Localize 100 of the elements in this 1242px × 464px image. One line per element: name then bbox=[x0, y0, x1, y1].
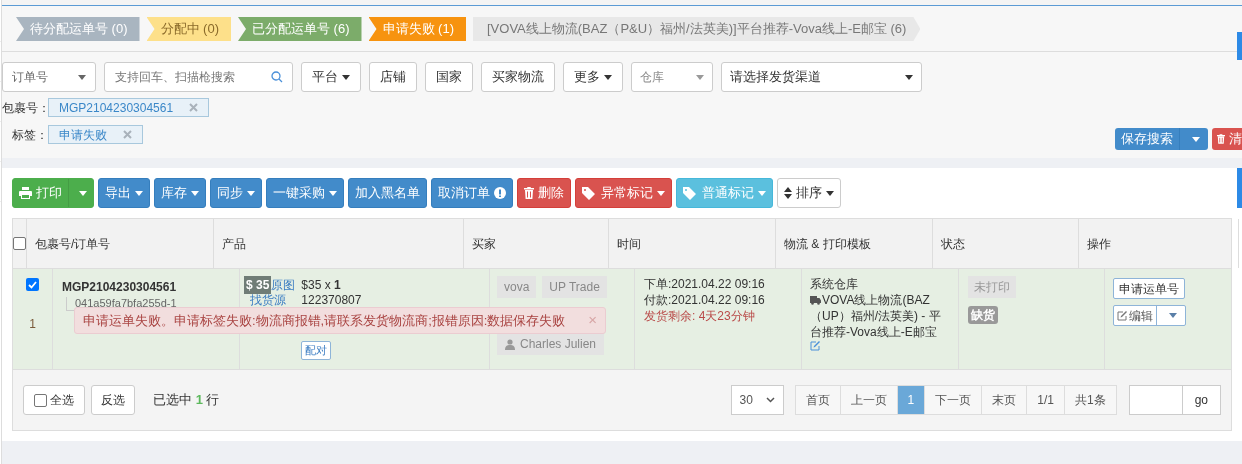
row-number: 1 bbox=[29, 316, 36, 333]
channel-select[interactable]: 请选择发货渠道 bbox=[721, 62, 922, 92]
toolbar-button[interactable]: 导出 bbox=[98, 178, 150, 208]
close-icon[interactable] bbox=[189, 103, 199, 112]
toolbar-button[interactable]: 加入黑名单 bbox=[348, 178, 427, 208]
filter-button[interactable]: 买家物流 bbox=[481, 62, 555, 92]
column-header: 产品 bbox=[222, 235, 246, 253]
status-tab[interactable]: 申请失败 (1) bbox=[368, 17, 466, 41]
tag-icon bbox=[582, 186, 595, 200]
search-field[interactable]: 支持回车、扫描枪搜索 bbox=[104, 62, 293, 92]
toolbar-button[interactable]: 删除 bbox=[517, 178, 571, 208]
trash-icon bbox=[524, 187, 534, 199]
caret-icon bbox=[191, 190, 199, 196]
side-tab[interactable] bbox=[1237, 32, 1242, 60]
toolbar-button[interactable]: 排序 bbox=[777, 178, 841, 208]
caret-icon bbox=[696, 75, 704, 81]
column-header: 包裹号/订单号 bbox=[35, 235, 111, 253]
source-link[interactable]: 找货源 bbox=[250, 294, 296, 307]
status-tab[interactable]: 分配中 (0) bbox=[146, 17, 231, 41]
pagination-item[interactable]: 下一页 bbox=[924, 385, 983, 415]
edit-button[interactable]: 编辑 bbox=[1113, 305, 1186, 326]
page-size-select[interactable]: 30 bbox=[730, 385, 784, 415]
person-icon bbox=[505, 338, 515, 350]
warehouse-name: 系统仓库 bbox=[810, 276, 859, 292]
pagination-item[interactable]: 上一页 bbox=[839, 385, 898, 415]
warehouse-select[interactable]: 仓库 bbox=[631, 62, 713, 92]
pair-button[interactable]: 配对 bbox=[301, 341, 332, 360]
side-tab[interactable] bbox=[1237, 168, 1242, 208]
column-header: 时间 bbox=[617, 235, 641, 253]
caret-icon bbox=[905, 74, 913, 80]
payment-time: 付款:2021.04.22 09:16 bbox=[644, 292, 766, 308]
caret-icon bbox=[758, 190, 766, 196]
image-link[interactable]: 原图 bbox=[271, 276, 296, 294]
checkbox[interactable] bbox=[26, 278, 39, 291]
info-icon bbox=[494, 187, 506, 199]
pagination-item[interactable]: 末页 bbox=[981, 385, 1028, 415]
invert-selection-button[interactable]: 反选 bbox=[91, 385, 135, 415]
filter-tag[interactable]: MGP2104230304561 bbox=[48, 98, 210, 117]
status-tab[interactable]: 已分配运单号 (6) bbox=[238, 17, 362, 41]
trash-icon bbox=[1217, 133, 1225, 145]
caret-icon bbox=[657, 190, 665, 196]
filter-button[interactable]: 更多 bbox=[563, 62, 623, 92]
truck-icon bbox=[810, 296, 821, 306]
go-button[interactable]: go bbox=[1181, 385, 1221, 415]
pagination-item[interactable]: 首页 bbox=[794, 385, 841, 415]
logistics-channel: VOVA线上物流(BAZ（UP）福州/法英美) - 平台推荐-Vova线上-E邮宝 bbox=[810, 292, 942, 340]
close-icon[interactable] bbox=[123, 130, 132, 139]
filter-label: 包裹号： bbox=[2, 99, 48, 117]
order-time: 下单:2021.04.22 09:16 bbox=[644, 276, 766, 292]
filter-label: 标签： bbox=[11, 126, 48, 144]
page-number-field[interactable] bbox=[1128, 385, 1183, 415]
sort-icon bbox=[784, 187, 792, 199]
toolbar-button[interactable]: 打印 bbox=[12, 178, 94, 208]
printer-icon bbox=[19, 187, 32, 199]
checkbox[interactable] bbox=[13, 237, 26, 250]
selection-count: 已选中 1 行 bbox=[153, 391, 220, 410]
caret-icon bbox=[826, 190, 834, 196]
toolbar-button[interactable]: 一键采购 bbox=[266, 178, 344, 208]
toolbar-button[interactable]: 取消订单 bbox=[431, 178, 513, 208]
caret-icon bbox=[1192, 136, 1200, 142]
caret-icon bbox=[1169, 313, 1177, 318]
pagination-item[interactable]: 1/1 bbox=[1026, 385, 1065, 415]
toolbar-button[interactable]: 同步 bbox=[210, 178, 262, 208]
shipping-time-left: 发货剩余: 4天23分钟 bbox=[644, 308, 756, 324]
toolbar-button[interactable]: 异常标记 bbox=[575, 178, 672, 208]
package-number: MGP2104230304561 bbox=[62, 279, 178, 296]
filter-button[interactable]: 店铺 bbox=[369, 62, 417, 92]
error-message: 申请运单失败。申请标签失败:物流商报错,请联系发货物流商;报错原因:数据保存失败 bbox=[83, 311, 566, 330]
caret-icon bbox=[329, 190, 337, 196]
column-header: 买家 bbox=[472, 235, 496, 253]
caret-icon bbox=[135, 190, 143, 196]
order-field-select[interactable]: 订单号 bbox=[2, 62, 96, 92]
filter-button[interactable]: 国家 bbox=[425, 62, 473, 92]
tag-icon bbox=[683, 186, 696, 200]
select-all-button[interactable]: 全选 bbox=[23, 385, 85, 415]
search-icon bbox=[271, 71, 283, 83]
toolbar-button[interactable]: 库存 bbox=[154, 178, 206, 208]
status-tab[interactable]: [VOVA线上物流(BAZ（P&U）福州/法英美)]平台推荐-Vova线上-E邮宝 (6) bbox=[473, 17, 921, 41]
order-number[interactable]: 041a59fa7bfa255d-1 bbox=[75, 297, 177, 309]
checkbox[interactable] bbox=[34, 393, 47, 407]
save-search-button[interactable]: 保存搜索 bbox=[1115, 128, 1208, 150]
product-price: $35 x 1 bbox=[301, 277, 342, 294]
pagination-item[interactable]: 共1条 bbox=[1063, 385, 1117, 415]
column-header: 状态 bbox=[941, 235, 965, 253]
column-header: 物流 & 打印模板 bbox=[784, 235, 871, 253]
edit-icon bbox=[1117, 310, 1128, 321]
caret-icon bbox=[604, 74, 612, 80]
caret-icon bbox=[342, 74, 350, 80]
caret-icon bbox=[247, 190, 255, 196]
clear-button[interactable]: 清 bbox=[1212, 128, 1242, 150]
filter-button[interactable]: 平台 bbox=[301, 62, 361, 92]
edit-icon[interactable] bbox=[810, 340, 821, 351]
buyer-tag: UP Trade bbox=[542, 276, 607, 298]
buyer-tag: vova bbox=[497, 276, 537, 298]
column-header: 操作 bbox=[1087, 235, 1111, 253]
stock-status-badge: 缺货 bbox=[968, 306, 998, 324]
filter-tag[interactable]: 申请失败 bbox=[48, 125, 143, 144]
product-sku: 122370807 bbox=[301, 294, 362, 307]
apply-waybill-button[interactable]: 申请运单号 bbox=[1113, 278, 1185, 299]
caret-icon bbox=[79, 190, 87, 196]
